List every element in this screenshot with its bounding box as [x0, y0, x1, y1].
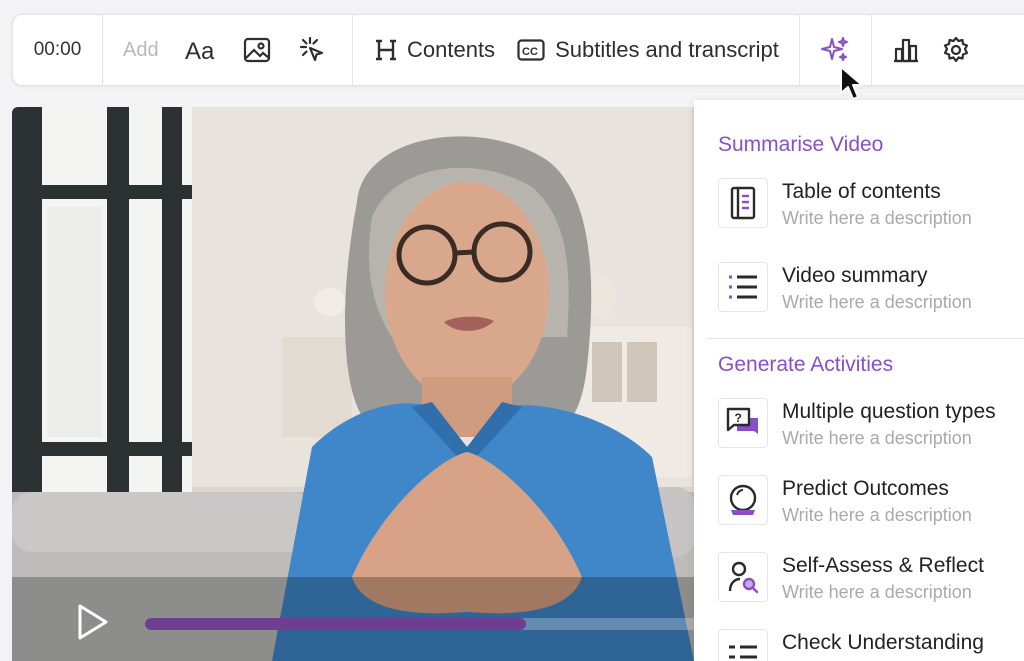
menu-item-predict-outcomes[interactable]: Predict Outcomes Write here a descriptio…	[718, 475, 972, 526]
table-of-contents-icon	[718, 178, 768, 228]
menu-item-title: Self-Assess & Reflect	[782, 554, 984, 577]
menu-item-table-of-contents[interactable]: Table of contents Write here a descripti…	[718, 178, 972, 229]
check-list-icon	[718, 629, 768, 661]
text-format-icon[interactable]: Aa	[185, 37, 217, 63]
question-chat-icon: ?	[718, 398, 768, 448]
svg-text:Aa: Aa	[185, 38, 215, 63]
menu-item-multiple-question-types[interactable]: ? Multiple question types Write here a d…	[718, 398, 996, 449]
ai-sparkle-icon[interactable]	[820, 35, 850, 65]
settings-group	[872, 15, 970, 85]
heading-icon	[375, 38, 397, 62]
svg-text:CC: CC	[522, 46, 538, 58]
menu-item-description: Write here a description	[782, 292, 972, 312]
progress-bar-fill	[145, 618, 526, 630]
menu-item-title: Multiple question types	[782, 400, 996, 423]
click-interaction-icon[interactable]	[297, 35, 327, 65]
contents-label: Contents	[407, 37, 496, 62]
menu-item-title: Table of contents	[782, 180, 941, 203]
progress-bar[interactable]	[145, 618, 694, 630]
video-player[interactable]	[12, 107, 694, 661]
image-icon[interactable]	[243, 36, 271, 64]
editor-toolbar: 00:00 Add Aa Contents CC Subtitles and t…	[12, 14, 1024, 100]
add-tools-group: Add Aa	[103, 15, 353, 85]
subtitles-label: Subtitles and transcript	[555, 37, 779, 62]
menu-item-description: Write here a description	[782, 505, 972, 525]
bar-chart-icon[interactable]	[892, 37, 920, 63]
play-button[interactable]	[76, 603, 110, 646]
section-divider	[706, 338, 1024, 339]
video-frame-image	[12, 107, 694, 661]
content-nav-group: Contents CC Subtitles and transcript	[353, 15, 800, 85]
menu-item-check-understanding[interactable]: Check Understanding	[718, 629, 984, 661]
subtitles-button[interactable]: CC Subtitles and transcript	[517, 37, 779, 63]
add-label: Add	[123, 38, 159, 61]
menu-item-self-assess-reflect[interactable]: Self-Assess & Reflect Write here a descr…	[718, 552, 984, 603]
svg-text:?: ?	[735, 411, 742, 425]
menu-item-title: Predict Outcomes	[782, 477, 949, 500]
ai-tools-group	[800, 15, 872, 100]
menu-item-description: Write here a description	[782, 428, 972, 448]
closed-caption-icon: CC	[517, 39, 545, 61]
summarise-section-title: Summarise Video	[718, 133, 884, 156]
menu-item-description: Write here a description	[782, 208, 972, 228]
menu-item-video-summary[interactable]: Video summary Write here a description	[718, 262, 972, 313]
time-display: 00:00	[13, 15, 103, 85]
contents-button[interactable]: Contents	[375, 37, 495, 63]
menu-item-title: Video summary	[782, 264, 928, 287]
menu-item-description: Write here a description	[782, 582, 972, 602]
menu-item-title: Check Understanding	[782, 631, 984, 654]
generate-section-title: Generate Activities	[718, 353, 894, 376]
list-icon	[718, 262, 768, 312]
self-assess-icon	[718, 552, 768, 602]
ai-actions-panel: Summarise Video Table of contents Write …	[694, 100, 1024, 661]
crystal-ball-icon	[718, 475, 768, 525]
gear-icon[interactable]	[942, 36, 970, 64]
